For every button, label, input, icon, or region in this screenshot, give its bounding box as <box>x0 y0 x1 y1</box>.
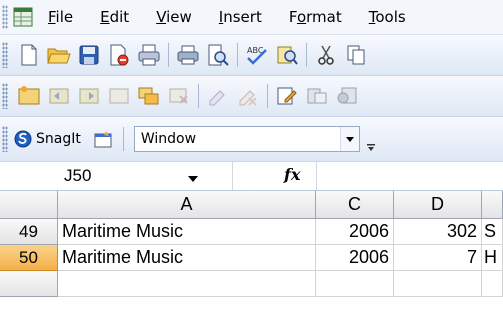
capture-mode-select[interactable]: Window <box>133 126 360 152</box>
cut-icon[interactable] <box>311 40 341 70</box>
capture-mode-value: Window <box>140 131 197 147</box>
research-icon[interactable] <box>272 40 302 70</box>
toolbar-separator <box>267 84 268 108</box>
insert-function-icon[interactable]: fx <box>284 165 300 184</box>
snagit-capture-icon[interactable] <box>89 124 119 154</box>
cell-a49[interactable]: Maritime Music <box>58 219 316 245</box>
toolbar-grip[interactable] <box>2 83 8 109</box>
quick-print-icon[interactable] <box>173 40 203 70</box>
menu-tools[interactable]: Tools <box>369 8 406 26</box>
cell-e51[interactable] <box>482 271 503 297</box>
column-header-d[interactable]: D <box>394 191 482 219</box>
excel-window: File Edit View Insert Format Tools ABC S… <box>0 0 503 311</box>
snagit-logo-icon <box>14 130 32 148</box>
chevron-down-icon[interactable] <box>339 127 359 151</box>
reviewing-pane-icon[interactable] <box>302 81 332 111</box>
worksheet-grid: A C D 49 Maritime Music 2006 302 S 50 Ma… <box>0 191 503 311</box>
edit-comment-icon[interactable] <box>272 81 302 111</box>
chevron-down-icon[interactable] <box>188 167 198 186</box>
toolbar-grip[interactable] <box>2 126 8 152</box>
previous-comment-icon[interactable] <box>44 81 74 111</box>
column-header-a[interactable]: A <box>58 191 316 219</box>
permission-icon[interactable] <box>104 40 134 70</box>
select-all-corner[interactable] <box>0 191 58 219</box>
open-folder-icon[interactable] <box>44 40 74 70</box>
standard-toolbar: ABC <box>0 35 503 76</box>
toolbar-options-icon[interactable] <box>364 126 378 152</box>
spelling-icon[interactable]: ABC <box>242 40 272 70</box>
cell-e50[interactable]: H <box>482 245 503 271</box>
column-header-c[interactable]: C <box>316 191 394 219</box>
snagit-label: SnagIt <box>36 131 81 147</box>
formula-input[interactable] <box>316 162 503 190</box>
next-comment-icon[interactable] <box>74 81 104 111</box>
menu-bar-grip[interactable] <box>2 5 8 29</box>
reject-change-icon[interactable] <box>233 81 263 111</box>
toolbar-separator <box>306 43 307 67</box>
menu-insert[interactable]: Insert <box>219 8 262 26</box>
column-header-e[interactable] <box>482 191 503 219</box>
cell-a51[interactable] <box>58 271 316 297</box>
snagit-button[interactable]: SnagIt <box>14 130 81 148</box>
show-all-comments-icon[interactable] <box>134 81 164 111</box>
snagit-toolbar: SnagIt Window <box>0 117 503 162</box>
cell-c51[interactable] <box>316 271 394 297</box>
menu-view[interactable]: View <box>156 8 192 26</box>
menu-format[interactable]: Format <box>289 8 342 26</box>
toolbar-separator <box>237 43 238 67</box>
name-box-value: J50 <box>64 166 92 185</box>
cell-d51[interactable] <box>394 271 482 297</box>
track-changes-icon[interactable] <box>203 81 233 111</box>
menu-bar: File Edit View Insert Format Tools <box>0 0 503 35</box>
cell-d50[interactable]: 7 <box>394 245 482 271</box>
copy-icon[interactable] <box>341 40 371 70</box>
reviewing-toolbar <box>0 76 503 117</box>
toolbar-separator <box>168 43 169 67</box>
print-icon[interactable] <box>134 40 164 70</box>
cell-a50[interactable]: Maritime Music <box>58 245 316 271</box>
row-header-51[interactable] <box>0 271 58 297</box>
menu-edit[interactable]: Edit <box>100 8 129 26</box>
send-to-recipient-icon[interactable] <box>332 81 362 111</box>
delete-comment-icon[interactable] <box>164 81 194 111</box>
new-icon[interactable] <box>14 40 44 70</box>
formula-bar: J50 fx <box>0 162 503 191</box>
menu-file[interactable]: File <box>48 8 73 26</box>
toolbar-grip[interactable] <box>2 42 8 68</box>
toolbar-separator <box>122 127 124 151</box>
cell-e49[interactable]: S <box>482 219 503 245</box>
excel-document-icon[interactable] <box>12 6 34 28</box>
row-header-49[interactable]: 49 <box>0 219 58 245</box>
cell-d49[interactable]: 302 <box>394 219 482 245</box>
cell-c50[interactable]: 2006 <box>316 245 394 271</box>
row-header-50[interactable]: 50 <box>0 245 58 271</box>
show-comment-icon[interactable] <box>104 81 134 111</box>
save-icon[interactable] <box>74 40 104 70</box>
print-preview-icon[interactable] <box>203 40 233 70</box>
cell-c49[interactable]: 2006 <box>316 219 394 245</box>
toolbar-separator <box>198 84 199 108</box>
name-box[interactable]: J50 <box>0 162 233 190</box>
new-comment-icon[interactable] <box>14 81 44 111</box>
